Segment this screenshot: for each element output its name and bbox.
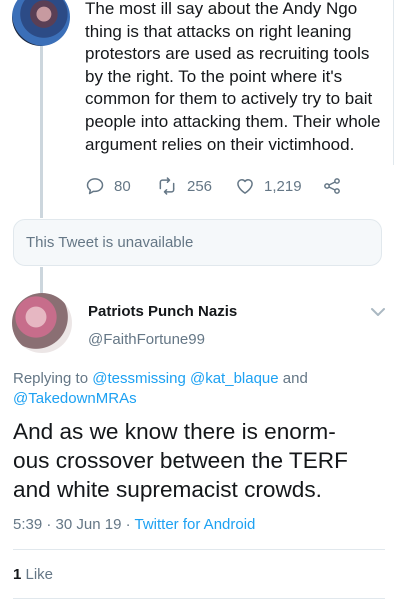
likes-summary[interactable]: 1 Like: [13, 566, 53, 583]
mention-link[interactable]: @tessmissing: [92, 370, 186, 387]
avatar[interactable]: [12, 293, 72, 353]
tweet-source-link[interactable]: Twitter for Android: [135, 516, 256, 533]
tweet-time: 5:39: [13, 516, 43, 533]
tweet-options-button[interactable]: [370, 305, 386, 323]
meta-separator: ·: [121, 516, 135, 533]
like-button[interactable]: 1,219: [235, 176, 322, 196]
reply-button[interactable]: 80: [85, 176, 156, 196]
replying-to: Replying to @tessmissing @kat_blaque and…: [13, 369, 388, 409]
parent-tweet-text: The most ill say about the Andy Ngo thin…: [85, 0, 381, 154]
like-count: 1,219: [264, 177, 302, 195]
meta-separator: ·: [42, 516, 56, 533]
chevron-down-icon: [370, 305, 386, 322]
tweet-text-line: And as we know there is enorm-: [13, 419, 336, 444]
tweet-actions: 80 256 1,219: [85, 175, 342, 197]
likes-label: Like: [21, 566, 54, 583]
mention-link[interactable]: @kat_blaque: [190, 370, 279, 387]
tweet-text-line: ous crossover between the TERF: [13, 448, 348, 473]
tweet-meta: 5:39 · 30 Jun 19 · Twitter for Android: [13, 516, 255, 533]
tweet-text-line: and white supremacist crowds.: [13, 477, 322, 502]
reply-count: 80: [114, 177, 131, 195]
share-button[interactable]: [322, 176, 342, 196]
divider: [13, 598, 385, 599]
like-icon: [235, 176, 255, 196]
scroll-edge: [393, 0, 394, 165]
retweet-count: 256: [187, 177, 213, 195]
thread-line-bottom: [40, 267, 43, 293]
unavailable-tweet-text: This Tweet is unavailable: [26, 234, 194, 251]
unavailable-tweet-card[interactable]: This Tweet is unavailable: [13, 219, 382, 266]
replying-to-and: and: [278, 370, 308, 387]
retweet-icon: [156, 176, 178, 196]
user-handle[interactable]: @FaithFortune99: [88, 331, 205, 348]
replying-to-prefix: Replying to: [13, 370, 93, 387]
tweet-date: 30 Jun 19: [55, 516, 122, 533]
retweet-button[interactable]: 256: [156, 176, 235, 196]
display-name[interactable]: Patriots Punch Nazis: [88, 303, 237, 320]
mention-link[interactable]: @TakedownMRAs: [13, 390, 137, 407]
tweet-text: And as we know there is enorm- ous cross…: [13, 417, 393, 504]
reply-icon: [85, 176, 105, 196]
avatar[interactable]: [12, 0, 70, 46]
divider: [13, 549, 385, 550]
share-icon: [322, 176, 342, 196]
thread-line-top: [40, 44, 43, 218]
